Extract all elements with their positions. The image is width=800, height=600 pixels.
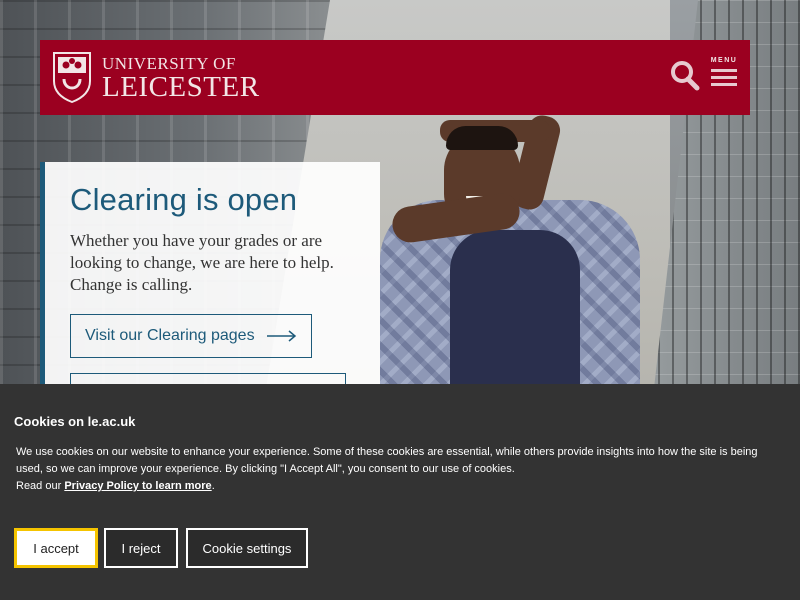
university-crest-icon	[53, 52, 91, 103]
hero-person-hair	[446, 126, 518, 150]
cookie-settings-button[interactable]: Cookie settings	[186, 528, 308, 568]
menu-button[interactable]: MENU	[709, 57, 739, 91]
privacy-policy-link[interactable]: Privacy Policy to learn more	[64, 480, 211, 492]
cookie-read-our: Read our	[16, 480, 62, 492]
visit-clearing-button[interactable]: Visit our Clearing pages	[70, 314, 312, 358]
arrow-right-icon	[266, 330, 296, 342]
menu-bar-1	[711, 69, 737, 72]
cookie-accept-label: I accept	[33, 540, 79, 556]
menu-bar-3	[711, 83, 737, 86]
cookie-banner-message: We use cookies on our website to enhance…	[16, 444, 776, 495]
cookie-banner-title: Cookies on le.ac.uk	[14, 414, 136, 429]
visit-clearing-label: Visit our Clearing pages	[85, 327, 255, 344]
cookie-accept-button[interactable]: I accept	[14, 528, 98, 568]
search-button[interactable]	[670, 60, 700, 92]
university-wordmark: UNIVERSITY OF LEICESTER	[102, 53, 260, 102]
search-icon	[671, 61, 700, 91]
clearing-description: Whether you have your grades or are look…	[70, 231, 334, 294]
menu-label: MENU	[710, 57, 738, 64]
cookie-reject-button[interactable]: I reject	[104, 528, 178, 568]
cookie-period: .	[211, 480, 215, 492]
cookie-message-text: We use cookies on our website to enhance…	[16, 446, 758, 475]
logo-text-line1: UNIVERSITY OF	[102, 53, 236, 73]
cookie-reject-label: I reject	[121, 540, 161, 556]
menu-bar-2	[711, 76, 737, 79]
cookie-banner: Cookies on le.ac.uk We use cookies on ou…	[0, 384, 800, 600]
cookie-settings-label: Cookie settings	[202, 540, 292, 556]
logo-text-line2: LEICESTER	[102, 70, 260, 103]
hero-person-tshirt	[450, 230, 580, 400]
university-logo-link[interactable]: UNIVERSITY OF LEICESTER	[52, 51, 260, 103]
hamburger-menu-icon	[709, 69, 739, 86]
clearing-title: Clearing is open	[70, 182, 298, 217]
site-header: UNIVERSITY OF LEICESTER MENU	[40, 40, 750, 115]
clearing-panel: Clearing is open Whether you have your g…	[40, 162, 380, 422]
